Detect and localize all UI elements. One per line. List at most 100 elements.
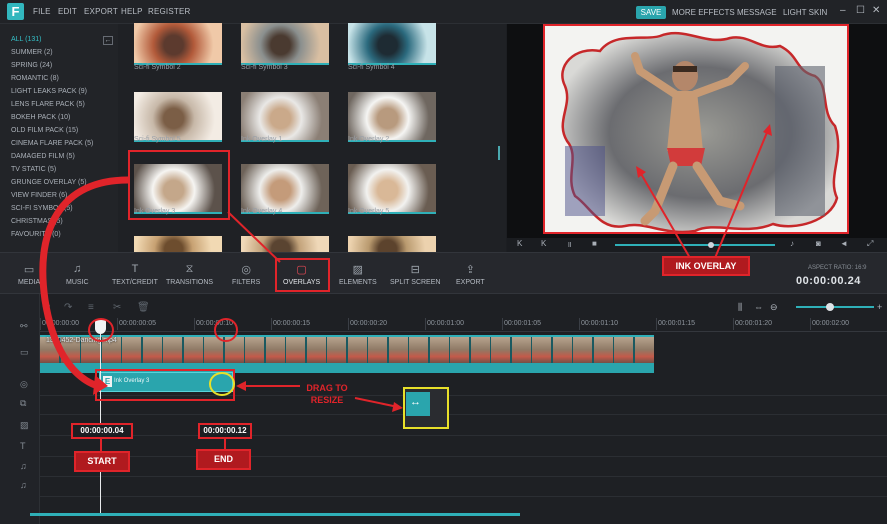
- adjust-icon[interactable]: ≡: [88, 302, 94, 313]
- video-frame-thumbnail: [347, 337, 368, 365]
- link-icon[interactable]: ⚯: [20, 321, 28, 332]
- category-item[interactable]: FAVOURITE (0): [11, 231, 61, 238]
- audio-mixer-icon[interactable]: ⫼: [738, 302, 742, 313]
- end-label: END: [196, 449, 251, 470]
- video-frame-thumbnail: [634, 337, 654, 365]
- video-frame-thumbnail: [163, 337, 183, 365]
- overlay-thumbnail[interactable]: [241, 23, 329, 65]
- tab-transitions[interactable]: ⧖ TRANSITIONS: [166, 263, 213, 286]
- stop-icon[interactable]: ■: [592, 239, 597, 248]
- category-item[interactable]: ALL (131): [11, 36, 41, 43]
- step-back-icon[interactable]: K: [541, 239, 546, 248]
- pause-icon[interactable]: ॥: [567, 239, 572, 250]
- category-item[interactable]: TV STATIC (5): [11, 166, 56, 173]
- start-marker-circle: [88, 318, 114, 342]
- fullscreen-icon[interactable]: ⤢: [867, 239, 873, 249]
- overlay-thumbnail[interactable]: [348, 23, 436, 65]
- overlay-thumbnail[interactable]: [134, 92, 222, 142]
- track-divider: [40, 456, 887, 457]
- close-icon[interactable]: ✕: [872, 5, 880, 16]
- category-item[interactable]: DAMAGED FILM (5): [11, 153, 75, 160]
- thumbnail-image: [241, 164, 329, 212]
- category-item[interactable]: ROMANTIC (8): [11, 75, 59, 82]
- video-frame-thumbnail: [593, 337, 614, 365]
- overlay-track-icon: ◎: [20, 379, 28, 389]
- ruler-tick: [733, 318, 734, 330]
- more-effects-link[interactable]: MORE EFFECTS: [672, 8, 735, 17]
- tab-music[interactable]: ♫ MUSIC: [66, 263, 89, 286]
- minimize-icon[interactable]: –: [840, 5, 846, 16]
- thumbnail-label: Sci-fi Symbol 3: [241, 64, 288, 71]
- delete-icon[interactable]: 🗑: [137, 302, 150, 313]
- tab-text-credit[interactable]: T TEXT/CREDIT: [112, 263, 158, 286]
- tab-export[interactable]: ⇪ EXPORT: [456, 263, 485, 286]
- ruler-tick: [502, 318, 503, 330]
- category-item[interactable]: SCI-FI SYMBOL (5): [11, 205, 73, 212]
- video-frame-thumbnail: [327, 337, 347, 365]
- overlay-thumbnail[interactable]: [348, 164, 436, 214]
- overlay-thumbnail[interactable]: [241, 92, 329, 142]
- preview-scrubber-knob[interactable]: [708, 242, 714, 248]
- zoom-in-icon[interactable]: +: [877, 302, 882, 312]
- snapshot-icon[interactable]: ◙: [816, 239, 821, 248]
- video-frame-thumbnail: [306, 337, 327, 365]
- ruler-tick: [271, 318, 272, 330]
- track-divider: [40, 496, 887, 497]
- video-frame-thumbnail: [286, 337, 306, 365]
- track-divider: [40, 476, 887, 477]
- undo-icon[interactable]: ↶: [42, 302, 50, 313]
- grid-scrollbar[interactable]: [498, 146, 500, 160]
- redo-icon[interactable]: ↷: [64, 302, 72, 313]
- tab-filters[interactable]: ◎ FILTERS: [232, 263, 260, 286]
- text-icon: T: [131, 263, 139, 275]
- thumbnail-label: Ink Overlay 4: [241, 208, 283, 215]
- video-frame-thumbnail: [614, 337, 634, 365]
- message-link[interactable]: MESSAGE: [737, 8, 777, 17]
- light-skin-link[interactable]: LIGHT SKIN: [783, 8, 827, 17]
- tab-elements[interactable]: ▨ ELEMENTS: [339, 263, 377, 286]
- category-item[interactable]: BOKEH PACK (10): [11, 114, 70, 121]
- video-frame-thumbnail: [532, 337, 552, 365]
- fit-icon[interactable]: ⇔: [754, 302, 763, 312]
- thumbnail-label: Sci-fi Symbol 4: [348, 64, 395, 71]
- cut-icon[interactable]: ✂: [113, 302, 121, 313]
- music-track-icon: ♫: [20, 461, 27, 471]
- category-item[interactable]: VIEW FINDER (6): [11, 192, 67, 199]
- ruler-tick: [40, 318, 41, 330]
- overlay-thumbnail[interactable]: [241, 164, 329, 214]
- volume-icon[interactable]: ◄: [840, 239, 848, 248]
- ruler-tick-label: 00:00:02:00: [812, 320, 849, 327]
- menu-export[interactable]: EXPORT: [84, 7, 118, 16]
- tab-split-screen[interactable]: ⊟ SPLIT SCREEN: [390, 263, 440, 286]
- zoom-slider[interactable]: [796, 306, 874, 308]
- zoom-slider-knob[interactable]: [826, 303, 834, 311]
- menu-bar: F FILE EDIT EXPORT HELP REGISTER SAVE MO…: [0, 0, 887, 24]
- category-item[interactable]: CHRISTMAS (5): [11, 218, 63, 225]
- thumbnail-image: [241, 92, 329, 140]
- category-item[interactable]: SUMMER (2): [11, 49, 53, 56]
- maximize-icon[interactable]: ☐: [856, 5, 865, 16]
- overlay-thumbnail[interactable]: [134, 23, 222, 65]
- category-item[interactable]: LENS FLARE PACK (5): [11, 101, 85, 108]
- tab-media[interactable]: ▭ MEDIA: [18, 263, 40, 286]
- menu-file[interactable]: FILE: [33, 7, 51, 16]
- preview-scrubber[interactable]: [615, 244, 775, 246]
- prev-frame-icon[interactable]: K: [517, 239, 522, 248]
- menu-edit[interactable]: EDIT: [58, 7, 77, 16]
- category-item[interactable]: OLD FILM PACK (15): [11, 127, 78, 134]
- category-item[interactable]: CINEMA FLARE PACK (5): [11, 140, 93, 147]
- save-button[interactable]: SAVE: [636, 6, 666, 19]
- overlay-thumbnail[interactable]: [348, 92, 436, 142]
- category-item[interactable]: GRUNGE OVERLAY (5): [11, 179, 87, 186]
- category-item[interactable]: LIGHT LEAKS PACK (9): [11, 88, 87, 95]
- microphone-icon[interactable]: ♪: [790, 239, 794, 248]
- category-item[interactable]: SPRING (24): [11, 62, 52, 69]
- start-time-label: 00:00:00.04: [71, 423, 133, 439]
- playhead-line[interactable]: [100, 326, 101, 516]
- menu-help[interactable]: HELP: [121, 7, 143, 16]
- zoom-out-icon[interactable]: ⊖: [770, 302, 778, 313]
- timeline-scrollbar[interactable]: [30, 513, 520, 516]
- arrow-left-icon[interactable]: ←: [103, 36, 113, 45]
- menu-register[interactable]: REGISTER: [148, 7, 191, 16]
- ruler-tick-label: 00:00:00:20: [350, 320, 387, 327]
